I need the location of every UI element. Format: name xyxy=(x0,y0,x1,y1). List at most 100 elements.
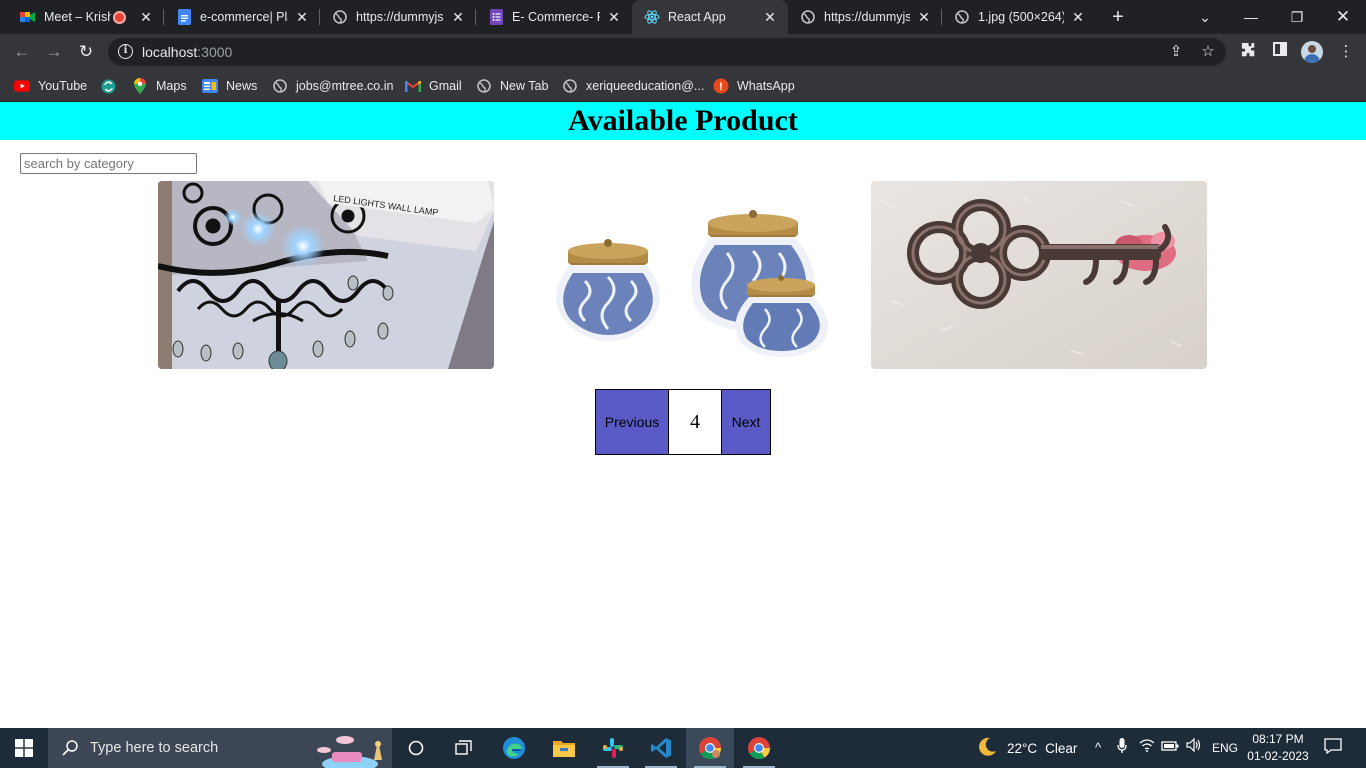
notifications-icon[interactable] xyxy=(1323,738,1343,758)
microphone-icon[interactable] xyxy=(1112,738,1132,758)
extensions-icon[interactable] xyxy=(1238,42,1258,62)
close-tab-icon[interactable]: ✕ xyxy=(606,9,622,25)
bookmark-whatsapp[interactable]: ! WhatsApp xyxy=(713,76,795,96)
tab-title: e-commerce| Planning xyxy=(200,10,288,24)
slack-icon xyxy=(603,738,623,758)
tab-image-jpg[interactable]: 1.jpg (500×264) ✕ xyxy=(942,0,1096,34)
tab-search-button[interactable]: ⌄ xyxy=(1182,0,1228,34)
url-text: localhost:3000 xyxy=(142,44,232,60)
close-tab-icon[interactable]: ✕ xyxy=(762,9,778,25)
close-window-button[interactable]: ✕ xyxy=(1320,0,1366,34)
product-card-led-lamp[interactable]: LED LIGHTS WALL LAMP xyxy=(158,181,494,369)
globe-icon xyxy=(476,78,492,94)
page-viewport: Available Product search by category LED… xyxy=(0,102,1366,728)
volume-icon[interactable] xyxy=(1184,737,1204,758)
taskbar-file-explorer[interactable] xyxy=(540,728,588,768)
tab-ecommerce-form[interactable]: E- Commerce- Fr ✕ xyxy=(476,0,632,34)
taskbar-clock[interactable]: 08:17 PM 01-02-2023 xyxy=(1240,731,1316,765)
bookmark-new-tab[interactable]: New Tab xyxy=(476,76,548,96)
taskbar-edge[interactable] xyxy=(490,728,538,768)
tab-react-app[interactable]: React App ✕ xyxy=(632,0,788,34)
close-tab-icon[interactable]: ✕ xyxy=(1070,9,1086,25)
tab-title: https://dummyjson.com xyxy=(824,10,910,24)
reload-button[interactable]: ↻ xyxy=(74,40,98,64)
new-tab-button[interactable]: + xyxy=(1106,5,1130,29)
wifi-icon[interactable] xyxy=(1137,738,1157,758)
bookmark-jobs[interactable]: jobs@mtree.co.in xyxy=(272,76,393,96)
browser-tab-strip: Meet – Krishna ✕ e-commerce| Planning ✕ … xyxy=(0,0,1366,34)
tab-title: Meet – Krishna xyxy=(44,10,111,24)
next-page-button[interactable]: Next xyxy=(721,389,771,455)
search-icon xyxy=(62,740,78,756)
close-tab-icon[interactable]: ✕ xyxy=(450,9,466,25)
cortana-button[interactable] xyxy=(392,728,440,768)
bookmark-gmail[interactable]: Gmail xyxy=(405,76,462,96)
side-panel-icon[interactable] xyxy=(1270,42,1290,62)
product-card-ceramic-jars[interactable] xyxy=(515,181,851,369)
bookmark-news[interactable]: News xyxy=(202,76,257,96)
edge-icon xyxy=(503,737,525,759)
page-title: Available Product xyxy=(568,104,798,137)
bookmark-xeriqueeducation[interactable]: xeriqueeducation@... xyxy=(562,76,704,96)
language-indicator[interactable]: ENG xyxy=(1212,728,1238,768)
search-highlight-illustration-icon xyxy=(310,730,390,773)
task-view-icon xyxy=(455,740,472,755)
chrome-icon xyxy=(699,737,721,759)
bookmark-label: New Tab xyxy=(500,79,549,93)
taskbar-slack[interactable] xyxy=(589,728,637,768)
url-host: localhost xyxy=(142,44,198,60)
globe-icon xyxy=(272,78,288,94)
category-search-input[interactable] xyxy=(20,153,197,174)
minimize-button[interactable]: — xyxy=(1228,0,1274,34)
bookmark-label: jobs@mtree.co.in xyxy=(296,79,394,93)
globe-icon xyxy=(954,9,970,25)
tab-meet[interactable]: Meet – Krishna ✕ xyxy=(0,0,164,34)
close-tab-icon[interactable]: ✕ xyxy=(138,9,154,25)
tab-dummyjson-1[interactable]: https://dummyjson.com ✕ xyxy=(320,0,476,34)
tab-ecommerce-planning[interactable]: e-commerce| Planning ✕ xyxy=(164,0,320,34)
key-holder-image xyxy=(871,181,1207,369)
show-hidden-icons-chevron-up-icon[interactable]: ^ xyxy=(1088,738,1108,758)
weather-moon-icon[interactable] xyxy=(975,736,999,760)
site-info-icon[interactable]: i xyxy=(118,44,133,59)
profile-avatar[interactable] xyxy=(1301,41,1323,63)
clock-time: 08:17 PM xyxy=(1252,732,1304,746)
close-tab-icon[interactable]: ✕ xyxy=(294,9,310,25)
tab-dummyjson-2[interactable]: https://dummyjson.com ✕ xyxy=(788,0,942,34)
taskbar-chrome-profile[interactable] xyxy=(686,728,734,768)
vscode-icon xyxy=(651,738,671,758)
tab-title: E- Commerce- Fr xyxy=(512,10,600,24)
bookmarks-bar: YouTube Maps News jobs@mtree.co.in Gmail… xyxy=(0,70,1366,102)
windows-taskbar: Type here to search 22°C Clear ^ ENG 08:… xyxy=(0,728,1366,772)
bookmark-youtube[interactable]: YouTube xyxy=(14,76,87,96)
bookmark-label: YouTube xyxy=(38,79,88,93)
battery-icon[interactable] xyxy=(1160,738,1180,758)
gmail-icon xyxy=(405,78,421,94)
chrome-menu-icon[interactable]: ⋮ xyxy=(1336,42,1356,62)
pagination: Previous 4 Next xyxy=(595,389,771,455)
weather-widget[interactable]: 22°C Clear xyxy=(1007,728,1077,768)
tab-title: React App xyxy=(668,10,726,24)
bookmark-maps[interactable]: Maps xyxy=(132,76,187,96)
restore-button[interactable]: ❐ xyxy=(1274,0,1320,34)
bookmark-label: WhatsApp xyxy=(737,79,795,93)
youtube-icon xyxy=(14,78,30,94)
current-page-number: 4 xyxy=(669,389,721,455)
previous-page-button[interactable]: Previous xyxy=(595,389,669,455)
address-bar[interactable]: i localhost:3000 ⇪ ☆ xyxy=(108,38,1226,66)
forward-button[interactable]: → xyxy=(42,40,66,64)
windows-start-button[interactable] xyxy=(0,728,48,768)
bookmark-sync[interactable] xyxy=(100,76,124,96)
product-card-key-holder[interactable] xyxy=(871,181,1207,369)
google-forms-icon xyxy=(488,9,504,25)
bookmark-star-icon[interactable]: ☆ xyxy=(1198,42,1218,62)
share-icon[interactable]: ⇪ xyxy=(1166,42,1186,62)
task-view-button[interactable] xyxy=(440,728,488,768)
back-button[interactable]: ← xyxy=(10,40,34,64)
taskbar-vscode[interactable] xyxy=(637,728,685,768)
led-wall-lamp-image: LED LIGHTS WALL LAMP xyxy=(158,181,494,369)
close-tab-icon[interactable]: ✕ xyxy=(916,9,932,25)
taskbar-search-box[interactable]: Type here to search xyxy=(48,728,392,772)
taskbar-chrome[interactable] xyxy=(735,728,783,768)
bookmark-label: Gmail xyxy=(429,79,462,93)
